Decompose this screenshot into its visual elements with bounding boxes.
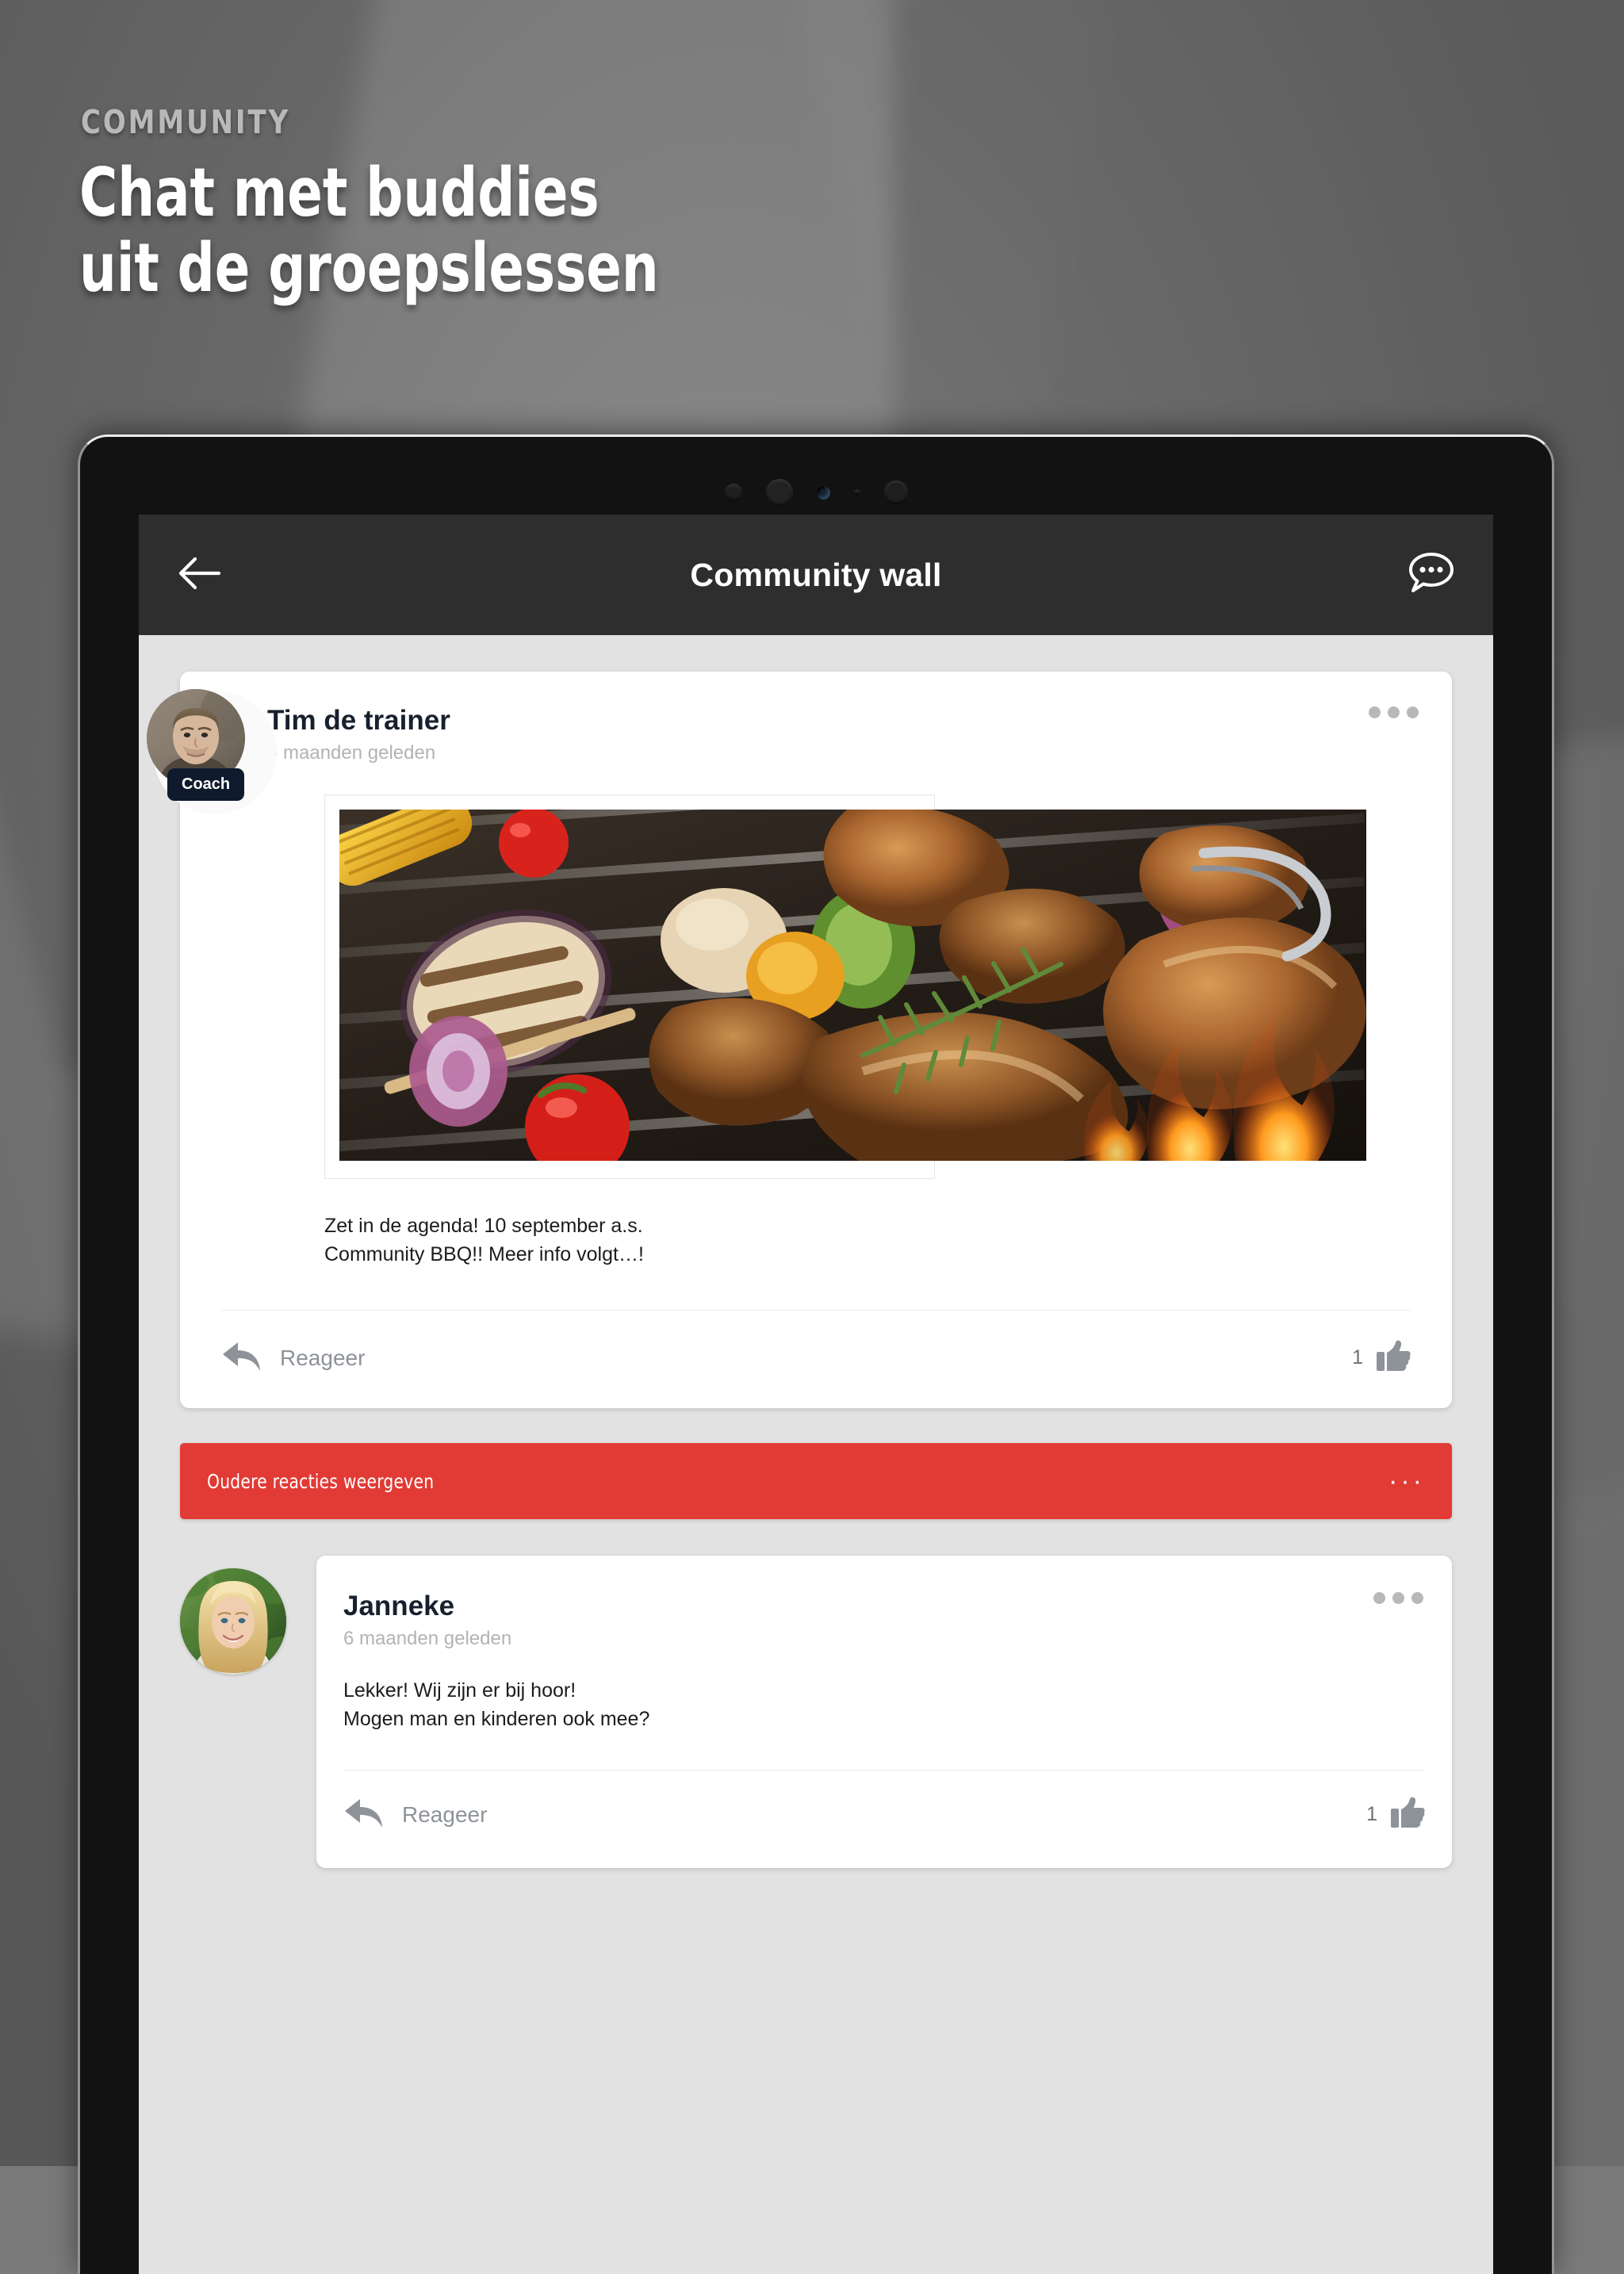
comment-text-line-1: Lekker! Wij zijn er bij hoor! xyxy=(343,1679,576,1702)
post-body-text: Zet in de agenda! 10 september a.s. Comm… xyxy=(324,1212,1452,1269)
thumbs-up-icon xyxy=(1376,1339,1411,1376)
show-older-comments-label: Oudere reacties weergeven xyxy=(207,1469,435,1493)
post-reply-label: Reageer xyxy=(280,1345,366,1370)
comment-author-avatar[interactable] xyxy=(180,1568,286,1675)
comment-reply-button[interactable]: Reageer xyxy=(343,1796,487,1833)
open-chat-button[interactable] xyxy=(1395,538,1468,611)
promo-headline-line1: Chat met buddies xyxy=(79,154,599,232)
comment-card: Janneke 6 maanden geleden Lekker! Wij zi… xyxy=(316,1556,1452,1868)
reply-arrow-icon xyxy=(221,1339,262,1376)
show-older-comments-banner[interactable]: Oudere reacties weergeven ··· xyxy=(180,1443,1452,1519)
banner-menu-icon[interactable]: ··· xyxy=(1388,1467,1425,1495)
post-like-count: 1 xyxy=(1352,1346,1363,1369)
post-like-button[interactable]: 1 xyxy=(1352,1339,1411,1376)
coach-badge: Coach xyxy=(167,768,245,801)
app-header-bar: Community wall xyxy=(139,515,1493,635)
comment-like-count: 1 xyxy=(1366,1803,1377,1825)
comment-reply-label: Reageer xyxy=(402,1801,488,1827)
sensor-dot-5 xyxy=(883,480,908,504)
comment-like-button[interactable]: 1 xyxy=(1366,1796,1425,1833)
comment-author-name: Janneke xyxy=(343,1591,455,1621)
community-wall-feed: Coach Tim de trainer 6 maanden geleden Z… xyxy=(139,635,1493,1868)
post-header: Coach Tim de trainer 6 maanden geleden xyxy=(147,672,1452,814)
post-author-avatar-wrap[interactable]: Coach xyxy=(147,689,277,816)
comment-menu-button[interactable] xyxy=(1373,1592,1423,1604)
post-card: Coach Tim de trainer 6 maanden geleden Z… xyxy=(147,672,1452,1408)
comment-row: Janneke 6 maanden geleden Lekker! Wij zi… xyxy=(180,1556,1452,1868)
post-text-line-2: Community BBQ!! Meer info volgt…! xyxy=(324,1242,644,1265)
speaker-dot xyxy=(765,479,793,506)
comment-action-bar: Reageer 1 xyxy=(316,1771,1452,1868)
arrow-left-icon xyxy=(178,555,221,595)
reply-arrow-icon xyxy=(343,1796,385,1833)
chat-bubble-dots-icon xyxy=(1407,550,1456,600)
comment-header: Janneke 6 maanden geleden xyxy=(316,1556,1452,1648)
device-sensor-array xyxy=(80,477,1552,508)
promo-copy: COMMUNITY Chat met buddies uit de groeps… xyxy=(79,103,753,306)
comment-timestamp: 6 maanden geleden xyxy=(343,1628,512,1649)
post-author-block: Tim de trainer 6 maanden geleden xyxy=(267,706,450,763)
front-camera-icon xyxy=(816,485,830,500)
post-menu-button[interactable] xyxy=(1369,706,1419,718)
post-reply-button[interactable]: Reageer xyxy=(221,1339,365,1376)
sensor-dot-1 xyxy=(724,484,742,501)
post-timestamp: 6 maanden geleden xyxy=(267,742,436,764)
comment-body-text: Lekker! Wij zijn er bij hoor! Mogen man … xyxy=(343,1677,1452,1733)
post-image[interactable] xyxy=(339,810,1366,1161)
thumbs-up-icon xyxy=(1390,1796,1425,1833)
back-button[interactable] xyxy=(163,538,236,611)
promo-kicker: COMMUNITY xyxy=(81,103,291,141)
device-screen: Community wall Coach Tim de trainer 6 ma… xyxy=(139,515,1493,2274)
post-image-frame xyxy=(324,794,1366,1179)
post-action-bar: Reageer 1 xyxy=(180,1311,1452,1408)
sensor-dot-4 xyxy=(853,489,860,496)
tablet-device-frame: Community wall Coach Tim de trainer 6 ma… xyxy=(78,435,1554,2274)
post-author-name: Tim de trainer xyxy=(267,705,450,736)
post-text-line-1: Zet in de agenda! 10 september a.s. xyxy=(324,1215,643,1237)
comment-text-line-2: Mogen man en kinderen ook mee? xyxy=(343,1707,650,1730)
promo-headline-line2: uit de groepslessen xyxy=(79,229,659,308)
page-title: Community wall xyxy=(690,556,942,593)
